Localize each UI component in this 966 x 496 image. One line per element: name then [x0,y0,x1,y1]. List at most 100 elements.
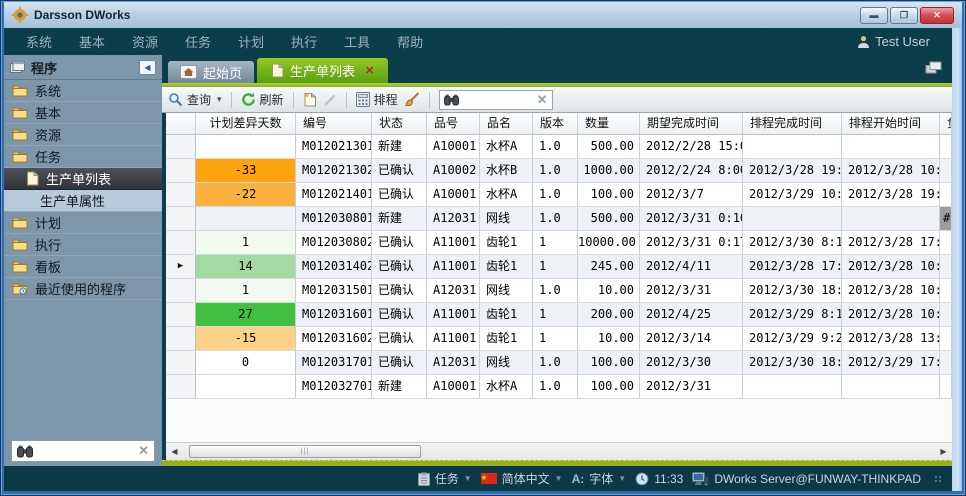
row-selector[interactable] [166,303,196,327]
column-header-2[interactable]: 编号 [296,113,372,135]
font-icon: A: [572,472,585,486]
table-row[interactable]: -15M012031602已确认A11001齿轮1110.002012/3/14… [166,327,952,351]
toolbar-search-input[interactable] [463,93,533,107]
scroll-left-icon[interactable]: ◀ [168,445,181,459]
menu-bar: 系统 基本 资源 任务 计划 执行 工具 帮助 Test User [4,28,952,55]
menu-item-6[interactable]: 工具 [344,32,370,51]
cell-part-no: A12031 [427,207,480,231]
menu-item-7[interactable]: 帮助 [397,32,423,51]
tab-0[interactable]: 起始页 [168,61,254,83]
sidebar-item-4[interactable]: 生产单列表 [4,168,162,190]
dock-windows-icon[interactable] [925,61,942,74]
sidebar-search-clear-icon[interactable]: ✕ [138,443,149,459]
table-row[interactable]: 27M012031601已确认A11001齿轮11200.002012/4/25… [166,303,952,327]
row-selector[interactable] [166,375,196,399]
row-selector[interactable] [166,279,196,303]
sidebar-item-2[interactable]: 资源 [4,124,162,146]
column-header-9[interactable]: 排程完成时间 [743,113,842,135]
sidebar-item-1[interactable]: 基本 [4,102,162,124]
column-header-10[interactable]: 排程开始时间 [842,113,940,135]
tab-close-icon[interactable]: ✕ [365,64,374,77]
sidebar-item-9[interactable]: 最近使用的程序 [4,278,162,300]
refresh-icon [241,92,256,107]
row-selector[interactable]: ▶ [166,255,196,279]
cell-version: 1.0 [533,351,578,375]
column-header-5[interactable]: 品名 [480,113,533,135]
user-badge[interactable]: Test User [857,34,930,49]
column-header-0[interactable] [166,113,196,135]
table-row[interactable]: 1M012031501已确认A12031网线1.010.002012/3/312… [166,279,952,303]
sidebar-item-label: 生产单列表 [46,169,111,188]
row-selector[interactable] [166,327,196,351]
broom-icon[interactable] [404,92,420,107]
row-selector[interactable] [166,207,196,231]
column-header-1[interactable]: 计划差异天数 [196,113,296,135]
table-row[interactable]: 0M012031701已确认A12031网线1.0100.002012/3/30… [166,351,952,375]
query-dropdown-caret-icon[interactable]: ▾ [217,94,222,105]
menu-item-2[interactable]: 资源 [132,32,158,51]
sidebar-item-8[interactable]: 看板 [4,256,162,278]
cell-status: 已确认 [372,327,427,351]
table-row[interactable]: M012021301新建A10001水杯A1.0500.002012/2/28 … [166,135,952,159]
sidebar-item-5[interactable]: 生产单属性 [4,190,162,212]
cell-overflow-marker [940,255,952,279]
tab-1[interactable]: 生产单列表✕ [257,58,388,83]
cell-sched-end-time [743,375,842,399]
query-button[interactable]: 查询 ▾ [168,91,222,108]
cell-part-no: A12031 [427,279,480,303]
row-selector[interactable] [166,351,196,375]
schedule-button[interactable]: 排程 [356,91,398,108]
sidebar-item-0[interactable]: 系统 [4,80,162,102]
column-header-11[interactable]: 负 [940,113,952,135]
cell-overflow-marker [940,303,952,327]
table-row[interactable]: ▶14M012031402已确认A11001齿轮11245.002012/4/1… [166,255,952,279]
row-selector[interactable] [166,135,196,159]
column-header-6[interactable]: 版本 [533,113,578,135]
table-row[interactable]: -33M012021302已确认A10002水杯B1.01000.002012/… [166,159,952,183]
resize-grip[interactable] [934,475,942,483]
scroll-right-icon[interactable]: ▶ [937,445,950,459]
menu-item-3[interactable]: 任务 [185,32,211,51]
horizontal-scrollbar[interactable]: ◀ ||| ▶ [166,442,952,460]
table-row[interactable]: M012032701新建A10001水杯A1.0100.002012/3/31 [166,375,952,399]
status-language-menu[interactable]: 简体中文 ▼ [481,470,563,487]
cell-part-name: 网线 [480,207,533,231]
column-header-4[interactable]: 品号 [427,113,480,135]
table-row[interactable]: -22M012021401已确认A10001水杯A1.0100.002012/3… [166,183,952,207]
sidebar-collapse-button[interactable]: ◀ [139,60,156,75]
row-selector[interactable] [166,231,196,255]
column-header-3[interactable]: 状态 [372,113,427,135]
status-task-menu[interactable]: 任务 ▼ [418,470,472,487]
cell-part-no: A12031 [427,351,480,375]
close-button[interactable]: ✕ [920,7,954,24]
minimize-button[interactable]: ▬ [860,7,888,24]
row-selector[interactable] [166,183,196,207]
toolbar-search-clear-icon[interactable]: ✕ [537,92,548,108]
refresh-button[interactable]: 刷新 [241,91,284,108]
title-bar: Darsson DWorks ▬ ❐ ✕ [4,2,962,28]
sidebar-item-label: 基本 [35,103,61,122]
cell-due-time: 2012/4/25 [640,303,743,327]
column-header-7[interactable]: 数量 [578,113,640,135]
status-language-label: 简体中文 [502,470,550,487]
menu-item-5[interactable]: 执行 [291,32,317,51]
sidebar-item-label: 计划 [35,213,61,232]
sidebar-item-3[interactable]: 任务 [4,146,162,168]
status-font-menu[interactable]: A: 字体 ▼ [572,470,627,487]
cell-version: 1.0 [533,279,578,303]
cell-quantity: 10.00 [578,327,640,351]
table-row[interactable]: 1M012030802已确认A11001齿轮1110000.002012/3/3… [166,231,952,255]
column-header-8[interactable]: 期望完成时间 [640,113,743,135]
new-document-icon[interactable] [303,92,317,107]
menu-item-1[interactable]: 基本 [79,32,105,51]
table-row[interactable]: M012030801新建A12031网线1.0500.002012/3/31 0… [166,207,952,231]
sidebar-search-input[interactable] [38,444,133,458]
row-selector[interactable] [166,159,196,183]
menu-item-0[interactable]: 系统 [26,32,52,51]
cell-status: 已确认 [372,351,427,375]
scrollbar-thumb[interactable]: ||| [189,445,421,458]
maximize-button[interactable]: ❐ [890,7,918,24]
menu-item-4[interactable]: 计划 [238,32,264,51]
sidebar-item-6[interactable]: 计划 [4,212,162,234]
sidebar-item-7[interactable]: 执行 [4,234,162,256]
